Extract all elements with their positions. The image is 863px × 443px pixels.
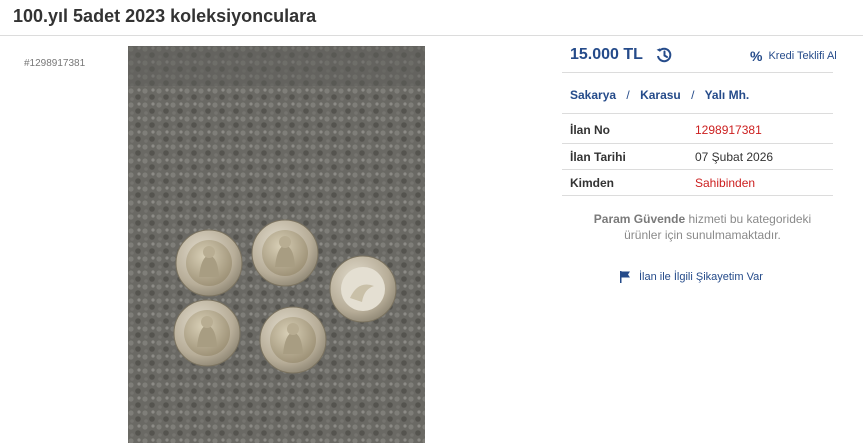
coin-3 [329, 255, 397, 323]
listing-photo[interactable] [128, 46, 425, 443]
from-label: Kimden [570, 176, 615, 190]
price-history-icon[interactable] [655, 46, 673, 64]
info-divider [562, 195, 833, 196]
percent-icon: % [750, 48, 763, 64]
guarantee-text-1: hizmeti bu kategorideki [685, 212, 812, 226]
ad-id-tag: #1298917381 [24, 58, 86, 69]
date-label: İlan Tarihi [570, 150, 626, 164]
info-divider [562, 169, 833, 170]
from-value: Sahibinden [695, 176, 756, 190]
location-breadcrumb: Sakarya / Karasu / Yalı Mh. [570, 88, 749, 102]
param-guvende-brand: Param Güvende [593, 212, 686, 226]
date-value: 07 Şubat 2026 [695, 150, 774, 164]
coin-5 [259, 306, 327, 374]
param-guvende-notice: Param Güvende hizmeti bu kategorideki ür… [570, 211, 835, 243]
location-district[interactable]: Karasu [640, 88, 681, 102]
location-separator: / [626, 88, 630, 102]
complaint-link[interactable]: İlan ile İlgili Şikayetim Var [620, 271, 763, 283]
location-separator: / [691, 88, 695, 102]
complaint-label: İlan ile İlgili Şikayetim Var [639, 271, 763, 283]
price-divider [562, 72, 833, 73]
flag-icon [620, 271, 631, 283]
listing-title: 100.yıl 5adet 2023 koleksiyonculara [13, 6, 317, 26]
coin-4 [173, 299, 241, 367]
location-divider [562, 113, 833, 114]
location-neighborhood[interactable]: Yalı Mh. [705, 88, 750, 102]
credit-offer-link[interactable]: % Kredi Teklifi Al [750, 48, 837, 64]
ad-no-label: İlan No [570, 123, 611, 137]
guarantee-text-2: ürünler için sunulmamaktadır. [624, 228, 781, 242]
price-block: 15.000 TL [570, 46, 673, 64]
coin-2 [251, 219, 319, 287]
info-divider [562, 143, 833, 144]
credit-offer-label: Kredi Teklifi Al [768, 50, 837, 62]
coin-1 [175, 229, 243, 297]
location-city[interactable]: Sakarya [570, 88, 616, 102]
price-amount: 15.000 TL [570, 46, 643, 63]
ad-no-value: 1298917381 [695, 123, 762, 137]
title-divider [0, 35, 863, 36]
